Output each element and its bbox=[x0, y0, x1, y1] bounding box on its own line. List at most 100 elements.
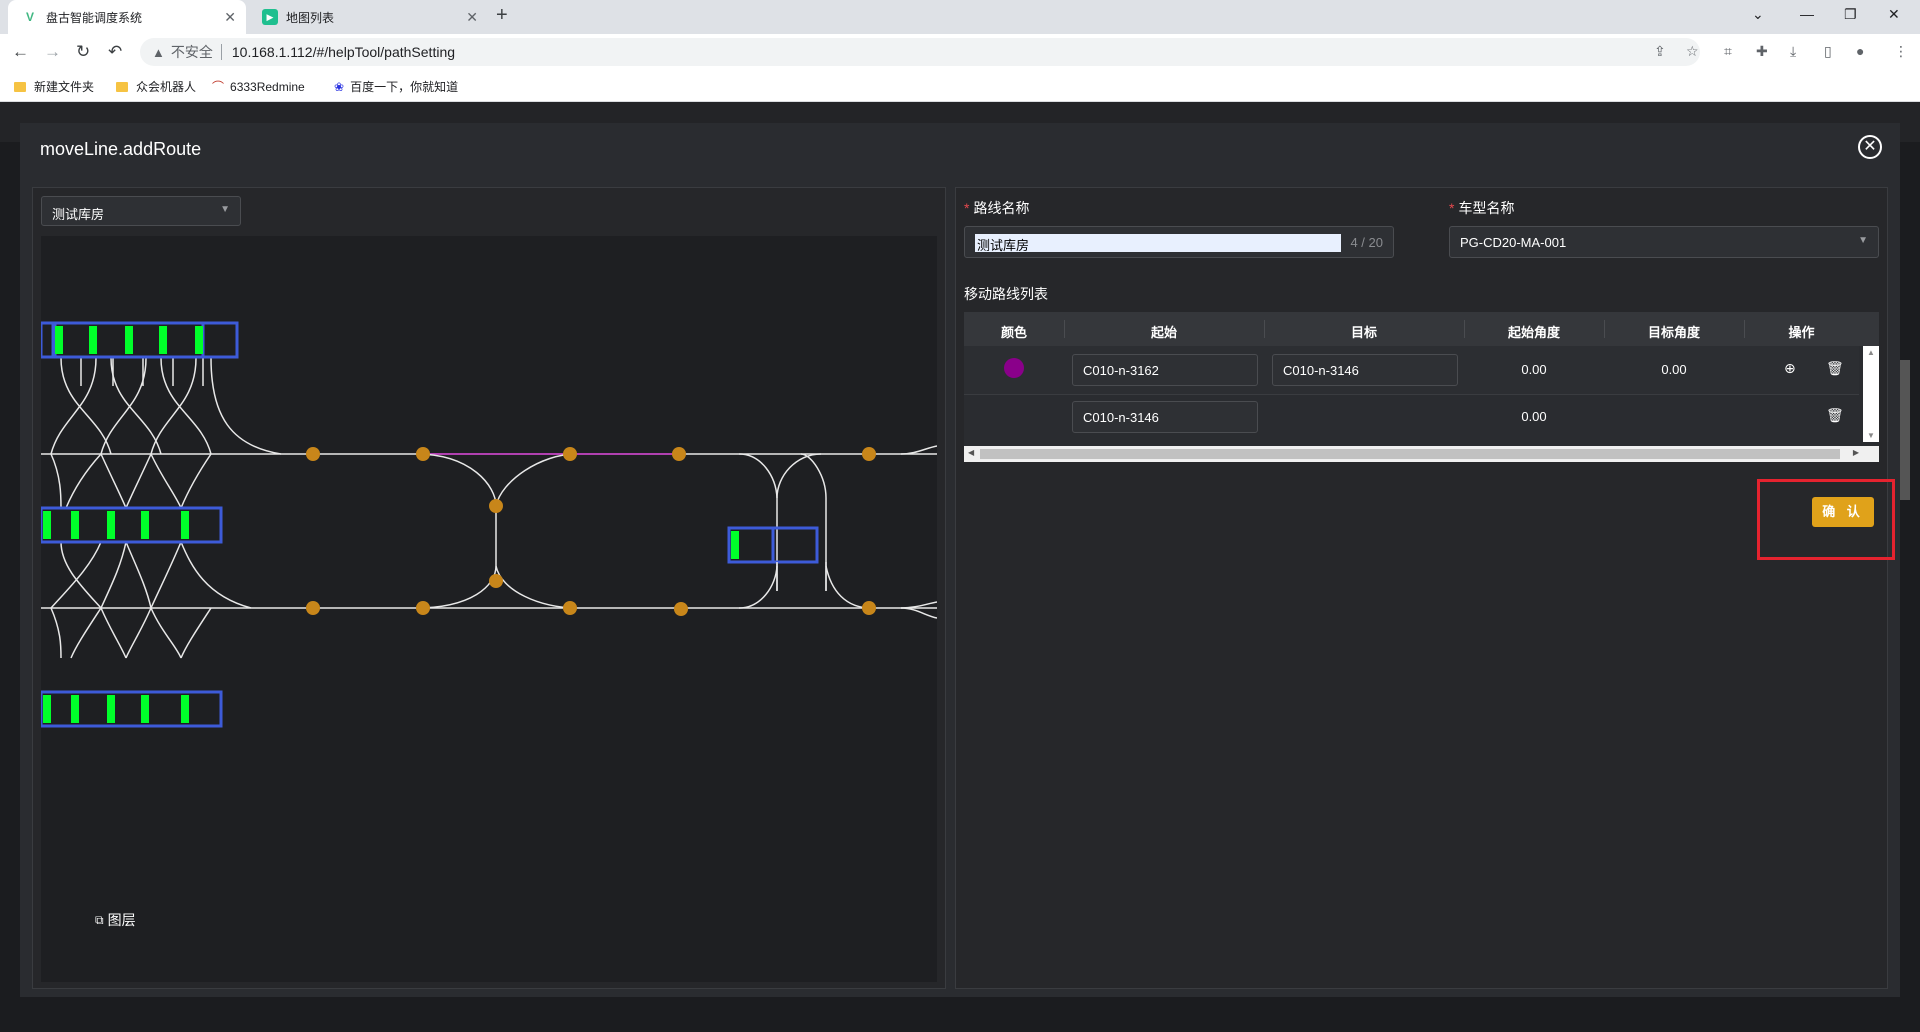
close-window-icon[interactable]: ✕ bbox=[1888, 6, 1900, 23]
map-select-value: 测试库房 bbox=[52, 207, 105, 222]
redmine-icon: ⌒ bbox=[212, 80, 225, 94]
star-icon[interactable]: ☆ bbox=[1686, 43, 1699, 60]
profile-icon[interactable]: ● bbox=[1856, 43, 1864, 59]
start-angle: 0.00 bbox=[1521, 409, 1547, 424]
table-row: C010-n-3146 0.00 🗑 bbox=[964, 394, 1859, 442]
close-icon[interactable]: ✕ bbox=[466, 9, 478, 26]
divider bbox=[220, 44, 222, 60]
route-name-label: * 路线名称 bbox=[964, 198, 1029, 218]
vehicle-type-label-text: 车型名称 bbox=[1458, 200, 1515, 216]
required-mark: * bbox=[964, 200, 970, 216]
tab-search-icon[interactable]: ⌄ bbox=[1752, 6, 1764, 23]
tab-map-list[interactable]: ▶ 地图列表 ✕ bbox=[248, 0, 488, 34]
start-node-value: C010-n-3162 bbox=[1083, 363, 1159, 378]
warning-icon: ▲ bbox=[152, 44, 165, 60]
target-node-input[interactable]: C010-n-3146 bbox=[1272, 354, 1458, 386]
scroll-thumb[interactable] bbox=[980, 449, 1840, 459]
tab-title: 地图列表 bbox=[286, 10, 335, 25]
folder-icon bbox=[116, 81, 128, 92]
header-start: 起始 bbox=[1150, 325, 1177, 340]
undo-icon[interactable]: ↶ bbox=[108, 42, 122, 62]
scroll-down-icon[interactable]: ▼ bbox=[1867, 431, 1875, 440]
target-angle: 0.00 bbox=[1661, 362, 1687, 377]
route-name-value: 测试库房 bbox=[975, 234, 1341, 253]
chevron-down-icon: ▼ bbox=[220, 204, 230, 215]
map-panel: 测试库房 ▼ ⧉ 图层 bbox=[32, 187, 946, 989]
crop-icon[interactable]: ⌗ bbox=[1724, 43, 1732, 60]
vehicle-type-label: * 车型名称 bbox=[1449, 198, 1514, 218]
route-table: 颜色 起始 目标 起始角度 目标角度 操作 C010-n-3162 C010-n… bbox=[964, 312, 1879, 462]
shelf-group bbox=[39, 321, 827, 728]
header-target: 目标 bbox=[1350, 325, 1377, 340]
share-icon[interactable]: ⇪ bbox=[1654, 43, 1666, 60]
restore-icon[interactable]: ❐ bbox=[1844, 6, 1857, 23]
table-vertical-scrollbar[interactable]: ▲ ▼ bbox=[1863, 346, 1879, 442]
scroll-left-icon[interactable]: ◀ bbox=[968, 448, 974, 457]
header-target-angle: 目标角度 bbox=[1647, 325, 1700, 340]
back-icon[interactable]: ← bbox=[12, 42, 29, 62]
start-node-input[interactable]: C010-n-3162 bbox=[1072, 354, 1258, 386]
trash-icon[interactable]: 🗑 bbox=[1826, 360, 1844, 377]
header-actions: 操作 bbox=[1788, 325, 1815, 340]
layers-button[interactable]: ⧉ 图层 bbox=[95, 910, 136, 930]
extensions-icon[interactable]: ✚ bbox=[1756, 43, 1768, 60]
layers-label: 图层 bbox=[107, 912, 136, 928]
start-node-value: C010-n-3146 bbox=[1083, 410, 1159, 425]
scroll-right-icon[interactable]: ▶ bbox=[1853, 448, 1859, 457]
annotation-highlight-box bbox=[1757, 479, 1895, 560]
map-drawing bbox=[39, 321, 938, 728]
vue-logo-icon: V bbox=[25, 10, 34, 24]
vehicle-type-value: PG-CD20-MA-001 bbox=[1460, 235, 1567, 250]
close-icon[interactable]: ✕ bbox=[224, 9, 236, 26]
address-bar[interactable]: ▲ 不安全 10.168.1.112/#/helpTool/pathSettin… bbox=[140, 38, 1700, 66]
play-icon: ▶ bbox=[262, 9, 278, 25]
layers-icon: ⧉ bbox=[95, 912, 104, 927]
security-label: 不安全 bbox=[170, 44, 213, 60]
new-tab-icon[interactable]: + bbox=[496, 4, 508, 27]
browser-tab-bar: V 盘古智能调度系统 ✕ ▶ 地图列表 ✕ + ⌄ — ❐ ✕ bbox=[0, 0, 1920, 34]
browser-toolbar: ← → ↻ ↶ ▲ 不安全 10.168.1.112/#/helpTool/pa… bbox=[0, 34, 1920, 70]
required-mark: * bbox=[1449, 200, 1455, 216]
start-angle: 0.00 bbox=[1521, 362, 1547, 377]
bookmark-label: 众会机器人 bbox=[136, 80, 197, 94]
url-text: 10.168.1.112/#/helpTool/pathSetting bbox=[231, 44, 456, 60]
trash-icon[interactable]: 🗑 bbox=[1826, 407, 1844, 424]
bookmark-new-folder[interactable]: 新建文件夹 bbox=[14, 78, 94, 95]
table-row: C010-n-3162 C010-n-3146 0.00 0.00 ⊕ 🗑 bbox=[964, 346, 1859, 394]
download-icon[interactable]: ⤓ bbox=[1790, 43, 1796, 60]
menu-icon[interactable]: ⋮ bbox=[1894, 43, 1908, 60]
bookmark-label: 新建文件夹 bbox=[34, 80, 95, 94]
bookmark-redmine[interactable]: ⌒ 6333Redmine bbox=[212, 78, 305, 95]
modal-title: moveLine.addRoute bbox=[40, 139, 202, 159]
tab-pangu[interactable]: V 盘古智能调度系统 ✕ bbox=[8, 0, 246, 34]
map-canvas[interactable] bbox=[39, 236, 938, 982]
start-node-input[interactable]: C010-n-3146 bbox=[1072, 401, 1258, 433]
add-circle-icon[interactable]: ⊕ bbox=[1784, 360, 1796, 377]
baidu-icon: ❀ bbox=[334, 79, 345, 94]
bookmark-label: 6333Redmine bbox=[230, 79, 305, 94]
route-list-label: 移动路线列表 bbox=[964, 286, 1048, 302]
reload-icon[interactable]: ↻ bbox=[76, 42, 90, 62]
bookmark-label: 百度一下，你就知道 bbox=[350, 80, 459, 94]
table-horizontal-scrollbar[interactable]: ◀ ▶ bbox=[964, 446, 1879, 462]
minimize-icon[interactable]: — bbox=[1800, 6, 1814, 22]
route-color-swatch[interactable] bbox=[1004, 358, 1024, 378]
sidebar-icon[interactable]: ▯ bbox=[1824, 43, 1832, 60]
bookmark-baidu[interactable]: ❀ 百度一下，你就知道 bbox=[334, 78, 458, 95]
map-select[interactable]: 测试库房 ▼ bbox=[41, 196, 241, 226]
folder-icon bbox=[14, 81, 26, 92]
add-route-modal: moveLine.addRoute ✕ 测试库房 ▼ ⧉ 图层 * 路线名称 测… bbox=[20, 123, 1900, 997]
bookmark-robot[interactable]: 众会机器人 bbox=[116, 78, 196, 95]
scroll-up-icon[interactable]: ▲ bbox=[1867, 348, 1875, 357]
close-icon[interactable]: ✕ bbox=[1858, 135, 1882, 159]
route-form-panel: * 路线名称 测试库房 4 / 20 * 车型名称 PG-CD20-MA-001 ▼… bbox=[955, 187, 1888, 989]
header-start-angle: 起始角度 bbox=[1507, 325, 1560, 340]
page-scrollbar[interactable] bbox=[1900, 360, 1910, 500]
route-name-input[interactable]: 测试库房 4 / 20 bbox=[964, 226, 1394, 258]
char-counter: 4 / 20 bbox=[1350, 235, 1383, 250]
target-node-value: C010-n-3146 bbox=[1283, 363, 1359, 378]
tab-title: 盘古智能调度系统 bbox=[46, 10, 143, 25]
bookmarks-bar: 新建文件夹 众会机器人 ⌒ 6333Redmine ❀ 百度一下，你就知道 bbox=[0, 70, 1920, 102]
vehicle-type-select[interactable]: PG-CD20-MA-001 ▼ bbox=[1449, 226, 1879, 258]
forward-icon[interactable]: → bbox=[44, 42, 61, 62]
